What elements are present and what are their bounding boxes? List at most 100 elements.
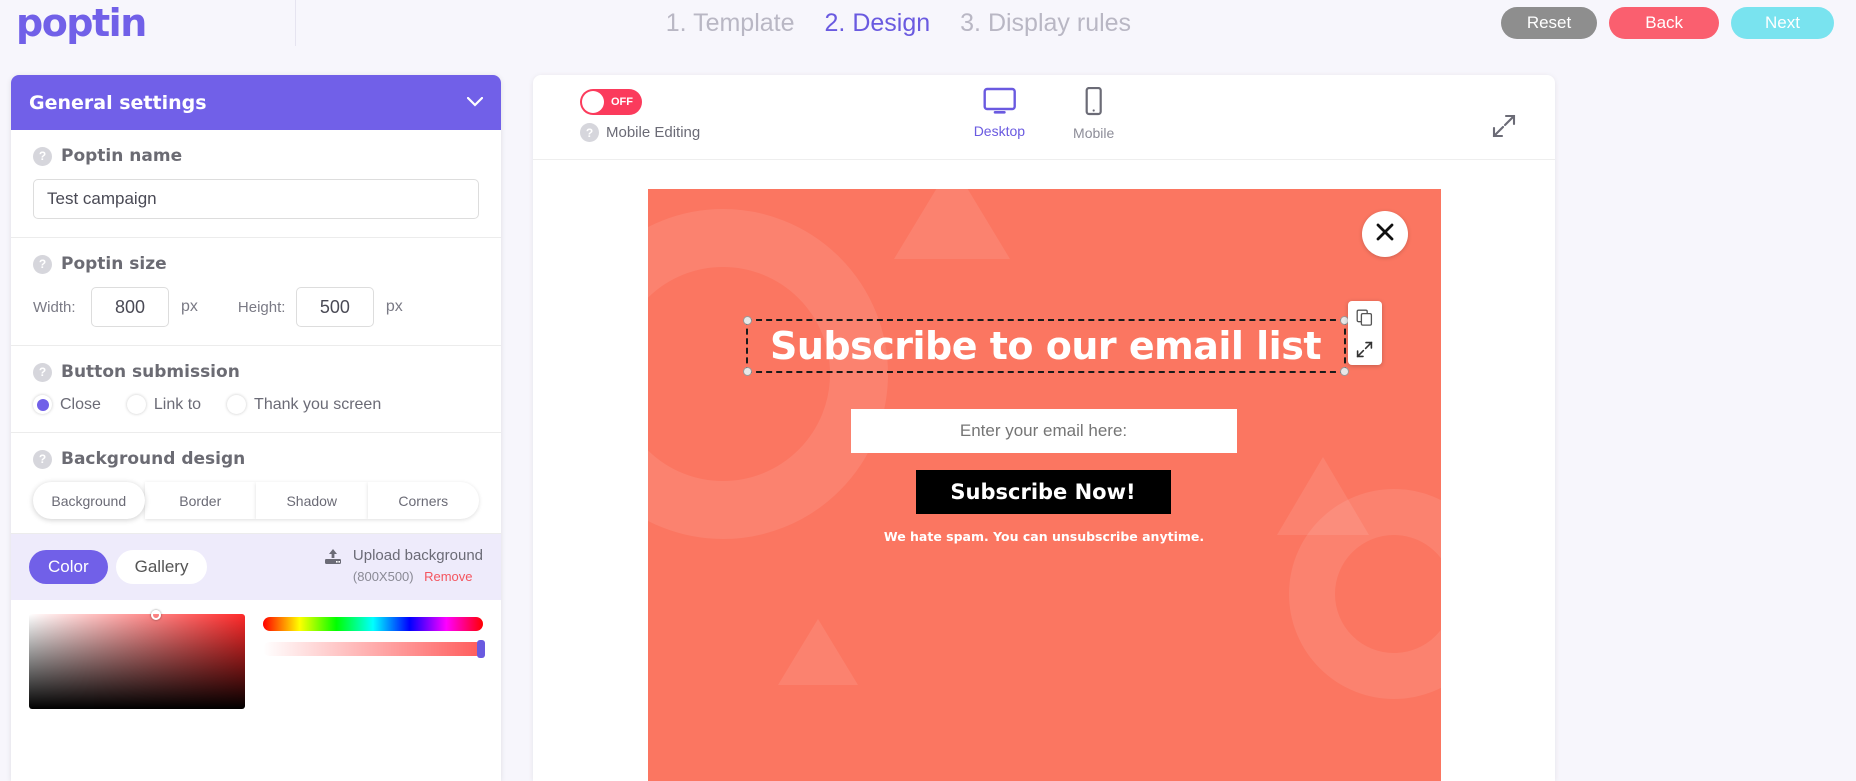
canvas-toolbar: OFF ? Mobile Editing Desktop Mobile <box>533 75 1555 160</box>
alpha-handle[interactable] <box>477 639 485 658</box>
height-input[interactable] <box>295 287 374 327</box>
device-desktop-label: Desktop <box>973 123 1026 139</box>
device-mobile-label: Mobile <box>1073 125 1115 141</box>
submission-options: Close Link to Thank you screen <box>33 395 479 414</box>
headline-element[interactable]: Subscribe to our email list <box>742 316 1349 376</box>
element-toolbar <box>1347 301 1382 365</box>
panel-header[interactable]: General settings <box>11 75 501 130</box>
expand-icon[interactable] <box>1491 113 1517 144</box>
duplicate-icon[interactable] <box>1348 301 1382 333</box>
desktop-icon <box>982 87 1016 120</box>
upload-dimensions: (800X500) <box>352 569 414 585</box>
width-label: Width: <box>33 298 76 316</box>
mobile-editing-label: Mobile Editing <box>606 124 701 141</box>
resize-handle[interactable] <box>742 316 752 325</box>
poptin-logo[interactable]: poptin <box>16 4 147 42</box>
device-mobile[interactable]: Mobile <box>1073 86 1115 141</box>
top-bar: poptin 1. Template 2. Design 3. Display … <box>0 0 1856 46</box>
hue-slider[interactable] <box>263 616 483 631</box>
width-input[interactable] <box>91 287 169 327</box>
upload-title: Upload background <box>352 547 483 564</box>
saturation-value-field[interactable] <box>29 609 245 709</box>
close-icon <box>1375 222 1395 247</box>
pill-color[interactable]: Color <box>29 549 108 584</box>
upload-background-control[interactable]: Upload background (800X500) Remove <box>322 546 483 588</box>
radio-option-link-to[interactable]: Link to <box>126 395 202 414</box>
radio-label: Thank you screen <box>254 395 382 413</box>
radio-indicator[interactable] <box>227 395 247 414</box>
alpha-slider[interactable] <box>263 639 485 658</box>
color-picker <box>11 600 501 709</box>
logo-container: poptin <box>0 0 296 46</box>
radio-label: Close <box>60 395 101 413</box>
radio-option-thank-you-screen[interactable]: Thank you screen <box>227 395 381 414</box>
device-switcher: Desktop Mobile <box>974 86 1115 141</box>
poptin-name-input[interactable] <box>33 179 479 219</box>
radio-label: Link to <box>153 395 202 413</box>
decorative-triangle-icon <box>1276 457 1369 535</box>
tab-corners[interactable]: Corners <box>367 482 479 519</box>
popup-headline: Subscribe to our email list <box>770 324 1322 368</box>
back-button[interactable]: Back <box>1609 7 1720 39</box>
background-source-toolbar: Color Gallery Upload background (800X500… <box>11 534 501 600</box>
popup-close-button[interactable] <box>1361 211 1408 257</box>
color-sliders <box>263 614 485 709</box>
help-icon[interactable]: ? <box>580 123 599 142</box>
decorative-triangle-icon <box>777 619 858 685</box>
panel-title: General settings <box>29 91 207 114</box>
upload-icon <box>322 546 344 573</box>
canvas-panel: OFF ? Mobile Editing Desktop Mobile Subs… <box>533 75 1555 781</box>
height-unit: px <box>385 298 403 315</box>
button-submission-label: Button submission <box>61 362 240 382</box>
step-design[interactable]: 2. Design <box>825 9 931 38</box>
device-desktop[interactable]: Desktop <box>974 87 1025 141</box>
toggle-knob <box>582 91 604 113</box>
resize-handle[interactable] <box>1339 367 1349 376</box>
header-actions: Reset Back Next <box>1500 7 1856 39</box>
help-icon[interactable]: ? <box>33 254 52 274</box>
mobile-icon <box>1083 86 1105 122</box>
background-design-heading: ? Background design <box>33 449 479 469</box>
step-nav: 1. Template 2. Design 3. Display rules <box>296 9 1501 38</box>
tab-background[interactable]: Background <box>33 482 145 519</box>
background-design-tabs: Background Border Shadow Corners <box>33 482 479 519</box>
source-pills: Color Gallery <box>29 549 208 584</box>
tab-border[interactable]: Border <box>144 482 256 519</box>
general-settings-panel: General settings ? Poptin name ? Poptin … <box>11 75 501 781</box>
section-poptin-size: ? Poptin size Width: px Height: px <box>11 238 501 346</box>
help-icon[interactable]: ? <box>33 449 52 469</box>
poptin-name-label: Poptin name <box>61 146 183 166</box>
help-icon[interactable]: ? <box>33 146 52 166</box>
poptin-size-label: Poptin size <box>61 254 167 274</box>
radio-indicator[interactable] <box>126 395 146 414</box>
resize-handle[interactable] <box>742 367 752 376</box>
section-button-submission: ? Button submission Close Link to Thank … <box>11 346 501 433</box>
mobile-editing-label-row: ? Mobile Editing <box>580 123 700 142</box>
popup-preview: Subscribe to our email list Enter your e… <box>647 189 1441 781</box>
next-button[interactable]: Next <box>1731 7 1834 39</box>
pill-gallery[interactable]: Gallery <box>115 549 208 584</box>
help-icon[interactable]: ? <box>33 362 52 382</box>
section-background-design: ? Background design Background Border Sh… <box>11 433 501 534</box>
mobile-editing-control: OFF ? Mobile Editing <box>580 89 700 142</box>
remove-background-link[interactable]: Remove <box>424 569 472 584</box>
canvas-stage: Subscribe to our email list Enter your e… <box>533 160 1555 781</box>
radio-option-close[interactable]: Close <box>33 395 101 414</box>
upload-meta: (800X500) Remove <box>353 566 483 588</box>
toggle-state-label: OFF <box>611 96 633 108</box>
subscribe-button[interactable]: Subscribe Now! <box>915 470 1171 514</box>
tab-shadow[interactable]: Shadow <box>256 482 368 519</box>
email-field[interactable] <box>850 409 1237 453</box>
chevron-down-icon[interactable] <box>466 94 484 111</box>
popup-disclaimer: We hate spam. You can unsubscribe anytim… <box>883 529 1205 544</box>
mobile-editing-toggle[interactable]: OFF <box>580 89 642 115</box>
step-display-rules[interactable]: 3. Display rules <box>960 9 1131 38</box>
radio-indicator[interactable] <box>33 395 52 414</box>
step-template[interactable]: 1. Template <box>666 9 795 38</box>
decorative-circle-icon <box>647 209 888 539</box>
reset-button[interactable]: Reset <box>1500 7 1598 39</box>
saturation-handle[interactable] <box>151 609 161 620</box>
background-picker: Color Gallery Upload background (800X500… <box>11 534 501 709</box>
height-label: Height: <box>237 298 286 316</box>
resize-icon[interactable] <box>1348 333 1382 365</box>
